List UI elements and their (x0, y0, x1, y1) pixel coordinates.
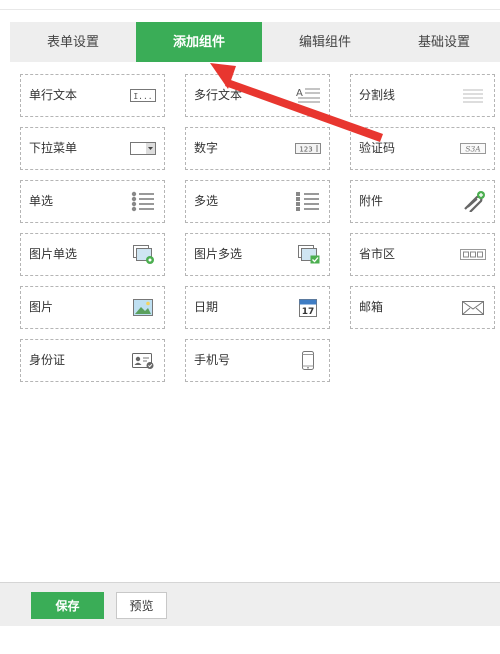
mobile-phone-icon (302, 351, 314, 370)
tab-form-settings[interactable]: 表单设置 (10, 22, 136, 62)
component-divider[interactable]: 分割线 (350, 74, 495, 117)
calendar-icon: 17 (299, 299, 317, 317)
component-radio[interactable]: 单选 (20, 180, 165, 223)
component-label: 下拉菜单 (29, 141, 78, 155)
component-region[interactable]: 省市区 (350, 233, 495, 276)
tab-basic-settings[interactable]: 基础设置 (388, 22, 500, 62)
component-label: 日期 (194, 300, 219, 314)
component-label: 多选 (194, 194, 219, 208)
component-mobile[interactable]: 手机号 (185, 339, 330, 382)
component-label: 单选 (29, 194, 54, 208)
captcha-glyph: S3A (465, 145, 481, 154)
component-label: 图片 (29, 300, 54, 314)
region-icon (460, 249, 486, 260)
top-strip (0, 0, 500, 10)
component-single-line-text[interactable]: 单行文本 I... (20, 74, 165, 117)
save-button[interactable]: 保存 (31, 592, 104, 619)
radio-list-icon (131, 191, 154, 212)
tab-add-component[interactable]: 添加组件 (136, 22, 262, 62)
divider-icon (463, 89, 483, 103)
component-email[interactable]: 邮箱 (350, 286, 495, 329)
component-date[interactable]: 日期 17 (185, 286, 330, 329)
attachment-icon (464, 191, 485, 212)
id-card-icon (132, 353, 154, 369)
component-id-card[interactable]: 身份证 (20, 339, 165, 382)
single-line-glyph: I... (133, 92, 152, 101)
checkbox-list-icon (296, 192, 319, 211)
footer-bar: 保存 预览 (0, 582, 500, 626)
component-image[interactable]: 图片 (20, 286, 165, 329)
multi-line-text-icon: A (296, 88, 320, 103)
tab-bar: 表单设置 添加组件 编辑组件 基础设置 (10, 22, 500, 62)
component-label: 省市区 (359, 247, 396, 261)
component-dropdown[interactable]: 下拉菜单 (20, 127, 165, 170)
component-captcha[interactable]: 验证码 S3A (350, 127, 495, 170)
component-attachment[interactable]: 附件 (350, 180, 495, 223)
captcha-icon: S3A (460, 143, 486, 154)
image-icon (133, 299, 153, 316)
image-checkbox-icon (298, 245, 320, 264)
number-icon: 123 (295, 143, 321, 154)
component-label: 多行文本 (194, 88, 243, 102)
component-label: 分割线 (359, 88, 396, 102)
component-label: 图片多选 (194, 247, 243, 261)
calendar-day-glyph: 17 (302, 307, 315, 317)
component-label: 手机号 (194, 353, 231, 367)
image-radio-icon (133, 245, 154, 264)
component-label: 身份证 (29, 353, 66, 367)
preview-button[interactable]: 预览 (116, 592, 167, 619)
component-checkbox[interactable]: 多选 (185, 180, 330, 223)
number-glyph: 123 (299, 146, 312, 154)
component-image-radio[interactable]: 图片单选 (20, 233, 165, 276)
component-number[interactable]: 数字 123 (185, 127, 330, 170)
component-multi-line-text[interactable]: 多行文本 A (185, 74, 330, 117)
component-label: 单行文本 (29, 88, 78, 102)
component-label: 数字 (194, 141, 219, 155)
component-image-checkbox[interactable]: 图片多选 (185, 233, 330, 276)
component-label: 图片单选 (29, 247, 78, 261)
component-label: 邮箱 (359, 300, 384, 314)
envelope-icon (462, 301, 484, 315)
dropdown-icon (130, 142, 156, 155)
component-label: 附件 (359, 194, 384, 208)
tab-edit-component[interactable]: 编辑组件 (262, 22, 388, 62)
svg-text:A: A (296, 88, 303, 99)
single-line-text-icon: I... (130, 89, 156, 102)
component-label: 验证码 (359, 141, 396, 155)
